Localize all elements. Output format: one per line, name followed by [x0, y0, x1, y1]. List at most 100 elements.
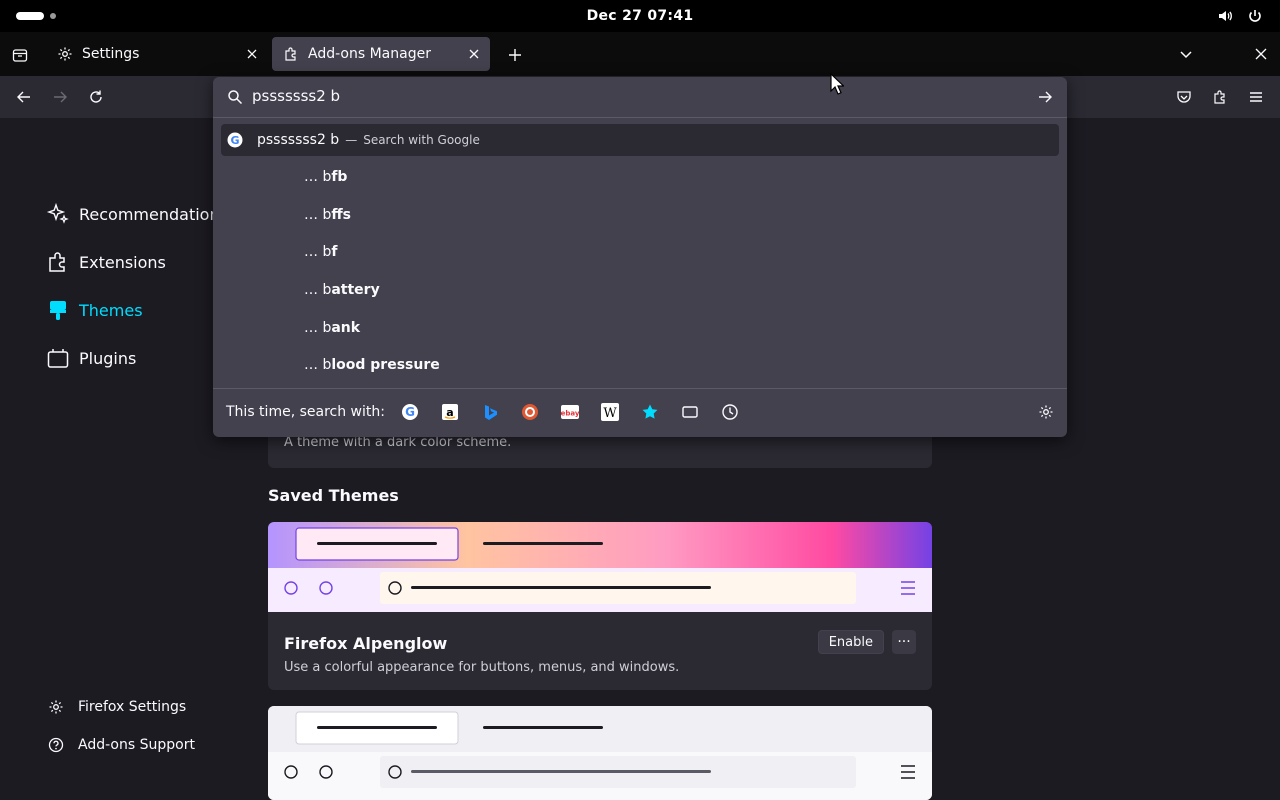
volume-icon — [1216, 7, 1234, 25]
tab-label: Settings — [82, 46, 140, 62]
urlbar-input[interactable]: psssssss2 b — [252, 87, 340, 105]
plugin-icon — [46, 346, 70, 370]
help-icon — [46, 735, 66, 755]
suggestion-row[interactable]: … bfb — [304, 169, 347, 185]
system-clock[interactable]: Dec 27 07:41 — [587, 8, 694, 24]
plus-icon — [509, 49, 521, 61]
sparkle-icon — [46, 202, 70, 226]
addons-support-link[interactable]: Add-ons Support — [46, 735, 195, 755]
close-icon[interactable] — [466, 46, 482, 62]
suggestion-row[interactable]: … blood pressure — [304, 357, 440, 373]
history-icon[interactable] — [721, 403, 739, 421]
svg-text:W: W — [603, 406, 617, 421]
more-options-button[interactable]: ··· — [892, 630, 916, 654]
pocket-button[interactable] — [1173, 86, 1195, 108]
urlbar[interactable]: psssssss2 b — [213, 77, 1067, 117]
suggestion-action: Search with Google — [363, 133, 480, 147]
brush-icon — [46, 298, 70, 322]
tabs-icon[interactable] — [681, 403, 699, 421]
suggestion-row[interactable]: … bank — [304, 320, 360, 336]
duckduckgo-icon[interactable] — [521, 403, 539, 421]
forward-button[interactable] — [49, 86, 71, 108]
category-extensions[interactable]: Extensions — [46, 250, 166, 274]
tab-label: Add-ons Manager — [308, 46, 431, 62]
svg-text:G: G — [405, 405, 415, 419]
divider — [213, 117, 1067, 118]
workspace-active-pill — [16, 12, 44, 20]
suggestion-row[interactable]: … bffs — [304, 207, 351, 223]
theme-name: Firefox Alpenglow — [284, 634, 448, 653]
tab-addons-manager[interactable]: Add-ons Manager — [272, 37, 490, 71]
google-icon: G — [226, 131, 244, 149]
gear-icon — [56, 45, 74, 63]
search-with-google-row[interactable]: G psssssss2 b — Search with Google — [221, 124, 1059, 156]
list-all-tabs-button[interactable] — [1176, 44, 1196, 64]
system-status-area[interactable] — [1216, 7, 1264, 25]
search-icon — [225, 87, 245, 107]
svg-text:G: G — [230, 134, 239, 147]
theme-description: Use a colorful appearance for buttons, m… — [284, 660, 680, 675]
workspace-dot — [50, 13, 56, 19]
wikipedia-icon[interactable]: W — [601, 403, 619, 421]
svg-text:ebay: ebay — [561, 410, 579, 418]
divider — [213, 388, 1067, 389]
category-label: Extensions — [79, 252, 166, 272]
footer-label: Add-ons Support — [78, 737, 195, 753]
google-icon[interactable]: G — [401, 403, 419, 421]
category-label: Recommendations — [79, 204, 228, 224]
go-arrow-icon[interactable] — [1035, 87, 1055, 107]
alpenglow-preview — [268, 522, 932, 612]
new-tab-button[interactable] — [504, 44, 526, 66]
enable-button[interactable]: Enable — [817, 630, 884, 654]
app-menu-button[interactable] — [1245, 86, 1267, 108]
bing-icon[interactable] — [481, 403, 499, 421]
suggestion-query: psssssss2 b — [257, 132, 340, 148]
close-icon — [1255, 48, 1267, 60]
close-icon[interactable] — [244, 46, 260, 62]
firefox-view-button[interactable] — [8, 43, 32, 67]
hamburger-icon — [1250, 92, 1262, 102]
back-button[interactable] — [13, 86, 35, 108]
firefox-settings-link[interactable]: Firefox Settings — [46, 697, 186, 717]
light-theme-card[interactable] — [268, 706, 932, 800]
gear-icon — [46, 697, 66, 717]
suggestion-separator: — — [345, 133, 358, 147]
one-off-label: This time, search with: — [226, 404, 385, 420]
ebay-icon[interactable]: ebay — [561, 403, 579, 421]
arrow-left-icon — [17, 91, 30, 103]
category-recommendations[interactable]: Recommendations — [46, 202, 228, 226]
amazon-icon[interactable]: a — [441, 403, 459, 421]
mouse-cursor-icon — [830, 73, 844, 95]
search-settings-gear-icon[interactable] — [1037, 403, 1055, 421]
category-label: Themes — [79, 300, 143, 320]
theme-description: A theme with a dark color scheme. — [284, 435, 512, 450]
tab-strip: Settings Add-ons Manager — [0, 32, 1280, 76]
reload-icon — [90, 90, 102, 103]
pocket-icon — [1177, 91, 1191, 103]
tab-settings[interactable]: Settings — [46, 37, 268, 71]
light-theme-preview — [268, 706, 932, 800]
saved-themes-heading: Saved Themes — [268, 486, 399, 505]
footer-label: Firefox Settings — [78, 699, 187, 715]
category-label: Plugins — [79, 348, 137, 368]
puzzle-icon — [282, 45, 300, 63]
close-window-button[interactable] — [1251, 44, 1271, 64]
urlbar-dropdown: psssssss2 b G psssssss2 b — Search with … — [213, 77, 1067, 437]
extensions-button[interactable] — [1209, 86, 1231, 108]
suggestion-row[interactable]: … bf — [304, 244, 337, 260]
alpenglow-theme-card[interactable]: Firefox Alpenglow Use a colorful appeara… — [268, 522, 932, 690]
category-themes[interactable]: Themes — [46, 298, 143, 322]
puzzle-icon — [1214, 90, 1225, 104]
system-top-bar: Dec 27 07:41 — [0, 0, 1280, 32]
reload-button[interactable] — [85, 86, 107, 108]
puzzle-icon — [46, 250, 70, 274]
chevron-down-icon — [1180, 51, 1192, 59]
firefox-view-icon — [12, 49, 28, 62]
arrow-right-icon — [54, 91, 67, 103]
activities-indicator[interactable] — [16, 12, 56, 20]
svg-text:a: a — [446, 406, 453, 419]
bookmarks-icon[interactable] — [641, 403, 659, 421]
category-plugins[interactable]: Plugins — [46, 346, 136, 370]
suggestion-row[interactable]: … battery — [304, 282, 380, 298]
power-icon — [1246, 7, 1264, 25]
